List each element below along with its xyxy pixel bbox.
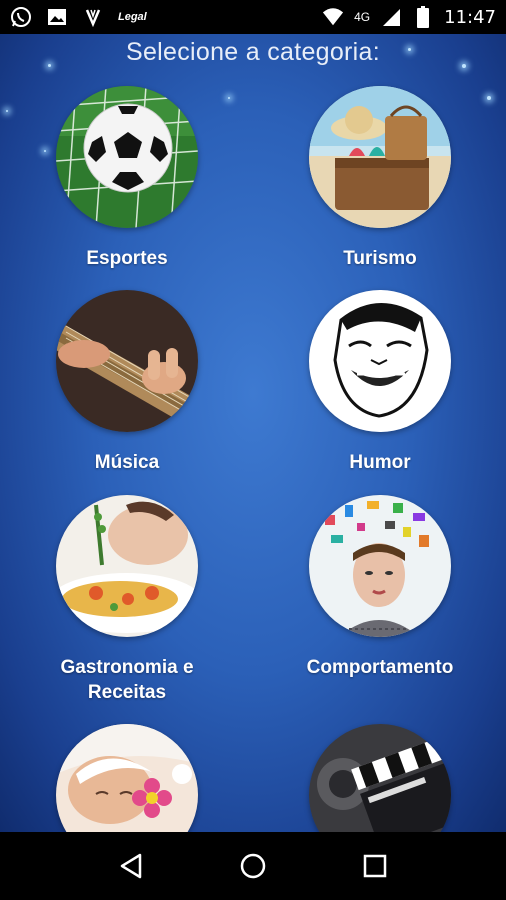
food-plate-icon <box>56 495 198 637</box>
whatsapp-icon <box>10 6 32 28</box>
legal-icon: Legal <box>118 11 147 23</box>
vivo-icon <box>82 6 104 28</box>
category-label: Esportes <box>86 248 168 269</box>
soccer-ball-icon <box>56 86 198 228</box>
category-label: Humor <box>349 452 411 473</box>
home-button[interactable] <box>233 846 273 886</box>
guitar-icon <box>56 290 198 432</box>
category-esportes[interactable]: Esportes <box>27 86 227 271</box>
thinking-head-icon <box>309 495 451 637</box>
clock: 11:47 <box>444 6 496 28</box>
beach-bag-icon <box>309 86 451 228</box>
gallery-icon <box>46 6 68 28</box>
category-grid: Esportes Turismo Música Humor Gastronomi… <box>0 34 506 832</box>
category-spa[interactable] <box>27 724 227 832</box>
meme-face-icon <box>309 290 451 432</box>
category-cinema[interactable] <box>280 724 480 832</box>
recents-button[interactable] <box>355 846 395 886</box>
category-musica[interactable]: Música <box>27 290 227 475</box>
navigation-bar <box>0 832 506 900</box>
category-label: Gastronomia e Receitas <box>60 657 194 703</box>
system-status: 4G 11:47 <box>322 6 496 28</box>
category-humor[interactable]: Humor <box>280 290 480 475</box>
network-type-label: 4G <box>354 10 371 24</box>
status-bar: Legal 4G 11:47 <box>0 0 506 34</box>
category-comportamento[interactable]: Comportamento <box>280 495 480 680</box>
category-label: Comportamento <box>306 657 454 678</box>
recents-icon <box>363 854 387 878</box>
wifi-icon <box>322 6 344 28</box>
notification-icons: Legal <box>10 6 147 28</box>
category-turismo[interactable]: Turismo <box>280 86 480 271</box>
category-label: Música <box>94 452 160 473</box>
back-icon <box>120 853 142 879</box>
spa-flower-icon <box>56 724 198 832</box>
category-label: Turismo <box>343 248 417 269</box>
back-button[interactable] <box>111 846 151 886</box>
home-icon <box>240 853 266 879</box>
category-gastronomia-receitas[interactable]: Gastronomia e Receitas <box>27 495 227 705</box>
battery-icon <box>412 6 434 28</box>
category-screen: Selecione a categoria: Esportes Turismo … <box>0 34 506 832</box>
signal-icon <box>380 6 402 28</box>
film-clapper-icon <box>309 724 451 832</box>
